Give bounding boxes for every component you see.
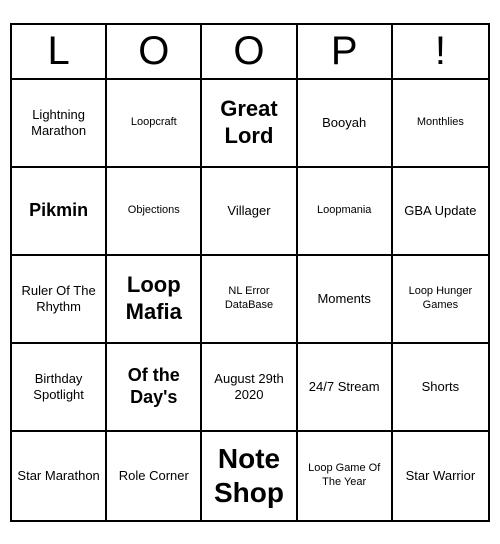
- bingo-cell-22: Note Shop: [202, 432, 297, 520]
- bingo-cell-7: Villager: [202, 168, 297, 256]
- bingo-cell-8: Loopmania: [298, 168, 393, 256]
- cell-text-15: Birthday Spotlight: [16, 371, 101, 402]
- bingo-cell-23: Loop Game Of The Year: [298, 432, 393, 520]
- bingo-card: LOOP! Lightning MarathonLoopcraftGreat L…: [10, 23, 490, 522]
- bingo-cell-3: Booyah: [298, 80, 393, 168]
- cell-text-16: Of the Day's: [111, 365, 196, 408]
- bingo-cell-10: Ruler Of The Rhythm: [12, 256, 107, 344]
- bingo-cell-18: 24/7 Stream: [298, 344, 393, 432]
- bingo-cell-9: GBA Update: [393, 168, 488, 256]
- cell-text-22: Note Shop: [206, 442, 291, 509]
- cell-text-5: Pikmin: [29, 200, 88, 222]
- cell-text-17: August 29th 2020: [206, 371, 291, 402]
- bingo-cell-24: Star Warrior: [393, 432, 488, 520]
- cell-text-0: Lightning Marathon: [16, 107, 101, 138]
- cell-text-13: Moments: [317, 291, 370, 307]
- cell-text-18: 24/7 Stream: [309, 379, 380, 395]
- bingo-cell-11: Loop Mafia: [107, 256, 202, 344]
- cell-text-2: Great Lord: [206, 96, 291, 149]
- header-cell-0: L: [12, 25, 107, 78]
- cell-text-19: Shorts: [422, 379, 460, 395]
- header-cell-3: P: [298, 25, 393, 78]
- bingo-cell-20: Star Marathon: [12, 432, 107, 520]
- cell-text-7: Villager: [227, 203, 270, 219]
- cell-text-20: Star Marathon: [17, 468, 99, 484]
- bingo-cell-12: NL Error DataBase: [202, 256, 297, 344]
- cell-text-21: Role Corner: [119, 468, 189, 484]
- bingo-cell-13: Moments: [298, 256, 393, 344]
- bingo-header: LOOP!: [12, 25, 488, 80]
- cell-text-12: NL Error DataBase: [206, 285, 291, 311]
- cell-text-23: Loop Game Of The Year: [302, 462, 387, 488]
- bingo-cell-6: Objections: [107, 168, 202, 256]
- cell-text-9: GBA Update: [404, 203, 476, 219]
- bingo-cell-19: Shorts: [393, 344, 488, 432]
- cell-text-8: Loopmania: [317, 204, 371, 217]
- cell-text-3: Booyah: [322, 115, 366, 131]
- bingo-cell-5: Pikmin: [12, 168, 107, 256]
- bingo-cell-1: Loopcraft: [107, 80, 202, 168]
- bingo-cell-16: Of the Day's: [107, 344, 202, 432]
- header-cell-2: O: [202, 25, 297, 78]
- bingo-cell-14: Loop Hunger Games: [393, 256, 488, 344]
- header-cell-4: !: [393, 25, 488, 78]
- bingo-cell-4: Monthlies: [393, 80, 488, 168]
- cell-text-14: Loop Hunger Games: [397, 285, 484, 311]
- bingo-cell-21: Role Corner: [107, 432, 202, 520]
- bingo-cell-15: Birthday Spotlight: [12, 344, 107, 432]
- cell-text-11: Loop Mafia: [111, 272, 196, 325]
- cell-text-6: Objections: [128, 204, 180, 217]
- bingo-grid: Lightning Marathon Loopcraft Great Lord Boo…: [12, 80, 488, 520]
- bingo-cell-0: Lightning Marathon: [12, 80, 107, 168]
- cell-text-1: Loopcraft: [131, 116, 177, 129]
- header-cell-1: O: [107, 25, 202, 78]
- bingo-cell-17: August 29th 2020: [202, 344, 297, 432]
- cell-text-10: Ruler Of The Rhythm: [16, 283, 101, 314]
- cell-text-4: Monthlies: [417, 116, 464, 129]
- cell-text-24: Star Warrior: [406, 468, 476, 484]
- bingo-cell-2: Great Lord: [202, 80, 297, 168]
